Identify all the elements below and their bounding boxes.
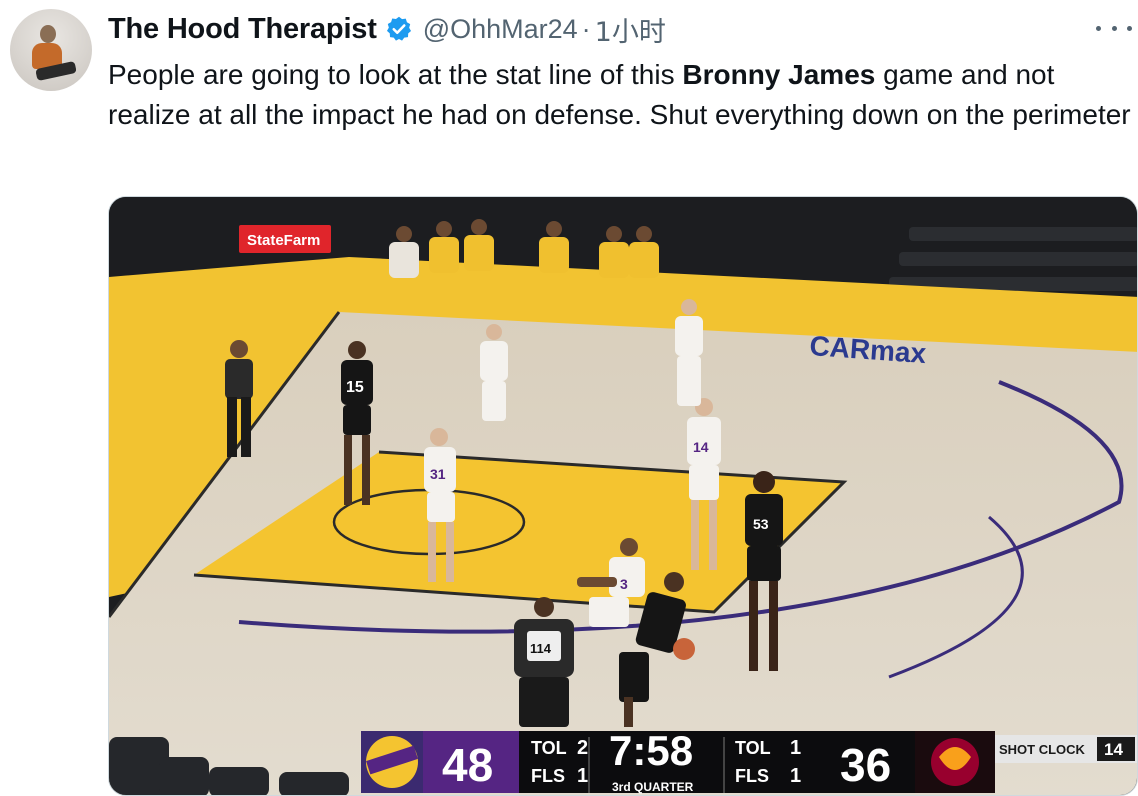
timeout-team1-value: 2 bbox=[577, 737, 588, 759]
jersey-number: 31 bbox=[430, 466, 446, 482]
handle[interactable]: @OhhMar24 bbox=[423, 14, 578, 45]
jersey-number: 15 bbox=[346, 379, 364, 396]
tweet-header: The Hood Therapist @OhhMar24 · 1小时 bbox=[108, 10, 666, 49]
away-score: 36 bbox=[840, 739, 891, 791]
timeout-team2-value: 1 bbox=[790, 737, 801, 759]
jersey-number: 53 bbox=[753, 516, 769, 532]
more-dot bbox=[1096, 25, 1101, 31]
home-score: 48 bbox=[442, 739, 493, 791]
tweet-text: People are going to look at the stat lin… bbox=[108, 55, 1138, 135]
video-frame: CARmax StateFarm 15 31 14 53 3 114 48 TO… bbox=[109, 197, 1137, 795]
shot-clock-value: 14 bbox=[1104, 740, 1123, 759]
timeout-team2-label: TOL bbox=[735, 738, 771, 758]
more-options-icon[interactable] bbox=[1096, 18, 1132, 38]
avatar[interactable] bbox=[10, 9, 92, 91]
period-label: 3rd QUARTER bbox=[612, 780, 694, 794]
fouls-team2-label: FLS bbox=[735, 766, 769, 786]
more-dot bbox=[1111, 25, 1117, 31]
video-media[interactable]: CARmax StateFarm 15 31 14 53 3 114 48 TO… bbox=[108, 196, 1138, 796]
tweet-text-mention: Bronny James bbox=[682, 59, 876, 90]
verified-badge-icon bbox=[386, 16, 411, 41]
statefarm-sign: StateFarm bbox=[247, 232, 320, 249]
avatar-figure-head bbox=[40, 25, 56, 43]
game-clock: 7:58 bbox=[609, 727, 693, 774]
tweet-text-part: People are going to look at the stat lin… bbox=[108, 59, 683, 90]
shot-clock-label: SHOT CLOCK bbox=[999, 742, 1086, 757]
more-dot bbox=[1127, 25, 1132, 31]
fouls-team1-label: FLS bbox=[531, 766, 565, 786]
fouls-team2-value: 1 bbox=[790, 765, 801, 787]
timestamp[interactable]: 1小时 bbox=[595, 10, 666, 49]
separator-dot: · bbox=[581, 13, 591, 44]
referee-number: 114 bbox=[530, 641, 552, 656]
jersey-number: 3 bbox=[620, 576, 628, 592]
timeout-team1-label: TOL bbox=[531, 738, 567, 758]
fouls-team1-value: 1 bbox=[577, 765, 588, 787]
display-name[interactable]: The Hood Therapist bbox=[108, 13, 377, 46]
jersey-number: 14 bbox=[693, 439, 709, 455]
